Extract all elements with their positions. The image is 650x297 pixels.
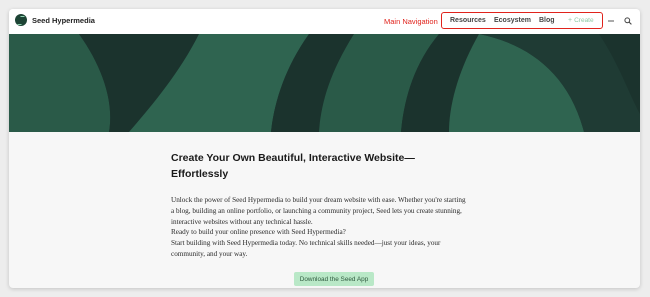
create-label: Create — [574, 17, 594, 24]
create-button[interactable]: + Create — [568, 17, 594, 24]
paragraph-question: Ready to build your online presence with… — [171, 228, 346, 237]
plus-icon: + — [568, 17, 573, 24]
hero-background-shapes — [9, 34, 640, 132]
page-headline: Create Your Own Beautiful, Interactive W… — [171, 152, 415, 180]
paragraph-closing: Start building with Seed Hypermedia toda… — [171, 239, 441, 258]
download-seed-app-button[interactable]: Download the Seed App — [294, 272, 374, 286]
browser-window: Seed Hypermedia Main Navigation Resource… — [9, 9, 640, 288]
nav-link-ecosystem[interactable]: Ecosystem — [494, 17, 531, 24]
paragraph-intro: Unlock the power of Seed Hypermedia to b… — [171, 196, 466, 226]
main-navigation-annotation-label: Main Navigation — [384, 17, 438, 26]
nav-link-resources[interactable]: Resources — [450, 17, 486, 24]
seed-logo-icon — [15, 14, 27, 26]
nav-link-blog[interactable]: Blog — [539, 17, 555, 24]
top-navigation-bar: Seed Hypermedia Main Navigation Resource… — [9, 9, 640, 35]
brand-name: Seed Hypermedia — [32, 15, 95, 25]
minus-icon[interactable] — [606, 16, 616, 26]
hero-banner — [9, 34, 640, 132]
article-body: Unlock the power of Seed Hypermedia to b… — [171, 195, 469, 260]
search-icon[interactable] — [623, 16, 633, 26]
brand[interactable]: Seed Hypermedia — [15, 14, 95, 26]
